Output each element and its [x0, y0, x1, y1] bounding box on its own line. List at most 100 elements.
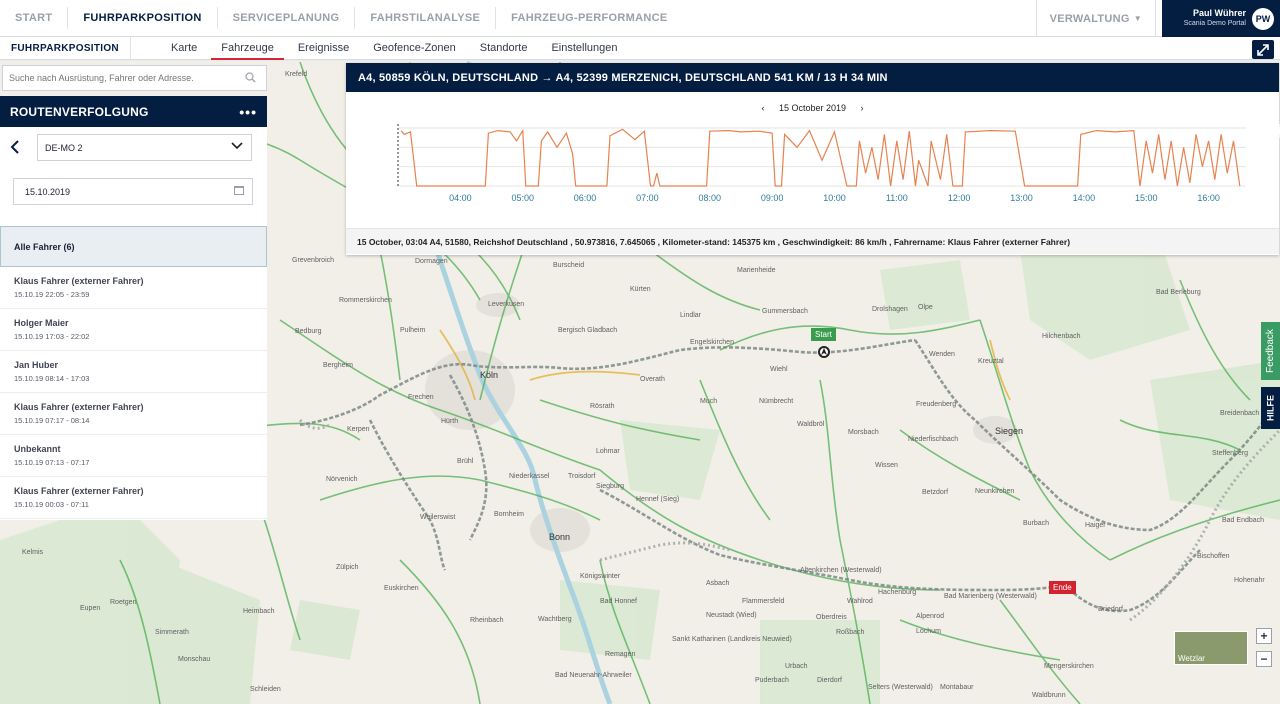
- place-label: Driedorf: [1098, 606, 1123, 613]
- driver-item[interactable]: Unbekannt 15.10.19 07:13 - 07:17: [0, 435, 267, 477]
- place-label: Bad Marienberg (Westerwald): [944, 593, 1037, 600]
- tab-karte[interactable]: Karte: [159, 37, 209, 60]
- zoom-out-button[interactable]: −: [1256, 651, 1272, 667]
- place-label: Leverkusen: [488, 301, 525, 308]
- place-label: Wenden: [929, 351, 955, 358]
- date-value: 15.10.2019: [25, 186, 71, 197]
- driver-item[interactable]: Klaus Fahrer (externer Fahrer) 15.10.19 …: [0, 267, 267, 309]
- fullscreen-button[interactable]: [1252, 40, 1274, 59]
- place-label: Wissen: [875, 462, 898, 469]
- tab-einstellungen[interactable]: Einstellungen: [539, 37, 629, 60]
- speed-line: [400, 128, 1241, 187]
- route-detail-panel: A4, 50859 KÖLN, DEUTSCHLAND → A4, 52399 …: [346, 63, 1280, 255]
- place-label: Nörvenich: [326, 476, 358, 483]
- place-label: Köln: [480, 370, 499, 380]
- driver-item[interactable]: Jan Huber 15.10.19 08:14 - 17:03: [0, 351, 267, 393]
- nav-fuhrparkposition[interactable]: FUHRPARKPOSITION: [68, 0, 216, 37]
- place-label: Marienheide: [737, 267, 776, 274]
- nav-fahrzeug-performance[interactable]: FAHRZEUG-PERFORMANCE: [496, 0, 682, 37]
- place-label: Much: [700, 398, 718, 405]
- driver-item[interactable]: Klaus Fahrer (externer Fahrer) 15.10.19 …: [0, 393, 267, 435]
- all-drivers-item[interactable]: Alle Fahrer (6): [0, 226, 267, 267]
- place-label: Neustadt (Wied): [706, 612, 757, 619]
- x-tick-label: 09:00: [761, 193, 784, 203]
- end-marker[interactable]: Ende: [1049, 581, 1076, 594]
- place-label: Bad Honnef: [600, 598, 637, 605]
- route-header: A4, 50859 KÖLN, DEUTSCHLAND → A4, 52399 …: [346, 63, 1280, 138]
- place-label: Waldbröl: [797, 421, 825, 428]
- place-label: Engelskirchen: [690, 339, 734, 346]
- place-label: Selters (Westerwald): [868, 684, 933, 691]
- tab-standorte[interactable]: Standorte: [468, 37, 540, 60]
- place-label: Rösrath: [590, 403, 615, 410]
- place-label: Siegen: [995, 426, 1024, 436]
- driver-item[interactable]: Klaus Fahrer (externer Fahrer) 15.10.19 …: [0, 477, 267, 519]
- place-label: Drolshagen: [872, 306, 908, 313]
- driver-name: Klaus Fahrer (externer Fahrer): [14, 402, 144, 412]
- back-arrow-icon[interactable]: [10, 140, 20, 159]
- x-tick-label: 07:00: [636, 193, 659, 203]
- previous-day-icon[interactable]: ‹: [761, 103, 764, 113]
- place-label: Asbach: [706, 580, 730, 587]
- place-label: Königswinter: [580, 573, 621, 580]
- subnav-title: FUHRPARKPOSITION: [0, 36, 131, 60]
- top-navigation: START FUHRPARKPOSITION SERVICEPLANUNG FA…: [0, 0, 1280, 37]
- help-tab[interactable]: HILFE: [1261, 387, 1280, 429]
- place-label: Krefeld: [285, 71, 308, 78]
- place-label: Betzdorf: [922, 489, 949, 496]
- driver-time: 15.10.19 07:17 - 08:14: [14, 416, 90, 425]
- place-label: Grevenbroich: [292, 257, 335, 264]
- chart-date: 15 October 2019: [778, 103, 847, 113]
- search-input[interactable]: [3, 73, 233, 83]
- chart-date-navigation: ‹ 15 October 2019 ›: [346, 103, 1279, 113]
- place-label: Sankt Katharinen (Landkreis Neuwied): [672, 636, 792, 643]
- place-label: Puderbach: [755, 677, 789, 684]
- nav-start[interactable]: START: [0, 0, 67, 37]
- place-label: Monschau: [178, 656, 211, 663]
- zoom-in-button[interactable]: +: [1256, 628, 1272, 644]
- user-portal: Scania Demo Portal: [1183, 20, 1246, 27]
- place-label: Troisdorf: [568, 473, 596, 480]
- date-field[interactable]: 15.10.2019: [13, 178, 253, 205]
- place-label: Wiehl: [770, 366, 788, 373]
- place-label: Burbach: [1023, 520, 1050, 527]
- admin-menu[interactable]: VERWALTUNG ▼: [1035, 0, 1156, 37]
- place-label: Hilchenbach: [1042, 333, 1081, 340]
- tab-geofence-zonen[interactable]: Geofence-Zonen: [361, 37, 468, 60]
- map-thumbnail[interactable]: Wetzlar: [1174, 631, 1248, 665]
- next-day-icon[interactable]: ›: [861, 103, 864, 113]
- feedback-tab[interactable]: Feedback: [1261, 322, 1280, 380]
- driver-item[interactable]: Holger Maier 15.10.19 17:03 - 22:02: [0, 309, 267, 351]
- x-tick-label: 15:00: [1135, 193, 1158, 203]
- start-marker[interactable]: Start: [811, 328, 836, 341]
- tab-ereignisse[interactable]: Ereignisse: [286, 37, 361, 60]
- x-tick-label: 12:00: [948, 193, 971, 203]
- place-label: Frechen: [408, 394, 434, 401]
- place-label: Bergheim: [323, 362, 353, 369]
- place-label: Morsbach: [848, 429, 879, 436]
- x-tick-label: 10:00: [823, 193, 846, 203]
- place-label: Steffenberg: [1212, 450, 1249, 457]
- place-label: Dormagen: [415, 258, 448, 265]
- nav-serviceplanung[interactable]: SERVICEPLANUNG: [218, 0, 355, 37]
- nav-fahrstilanalyse[interactable]: FAHRSTILANALYSE: [355, 0, 495, 37]
- place-label: Flammersfeld: [742, 598, 785, 605]
- place-label: Bergisch Gladbach: [558, 327, 618, 334]
- user-menu[interactable]: Paul Wührer Scania Demo Portal PW: [1162, 0, 1280, 37]
- vehicle-select[interactable]: DE-MO 2: [37, 134, 252, 161]
- place-label: Hürth: [441, 418, 459, 425]
- place-label: Lohmar: [596, 448, 620, 455]
- place-label: Kreuztal: [978, 358, 1004, 365]
- vehicle-position-icon[interactable]: [818, 346, 830, 358]
- speed-chart[interactable]: 04:00 05:00 06:00 07:00 08:00 09:00 10:00 11:00…: [346, 118, 1279, 228]
- driver-time: 15.10.19 07:13 - 07:17: [14, 458, 90, 467]
- user-name: Paul Wührer: [1192, 8, 1246, 18]
- x-tick-label: 16:00: [1197, 193, 1220, 203]
- place-label: Urbach: [785, 663, 808, 670]
- place-label: Bedburg: [295, 328, 322, 335]
- more-options-icon[interactable]: •••: [239, 104, 257, 120]
- calendar-icon[interactable]: [234, 186, 244, 195]
- search-icon[interactable]: [245, 72, 256, 86]
- tab-fahrzeuge[interactable]: Fahrzeuge: [209, 37, 286, 60]
- route-title: A4, 50859 KÖLN, DEUTSCHLAND → A4, 52399 …: [358, 71, 888, 84]
